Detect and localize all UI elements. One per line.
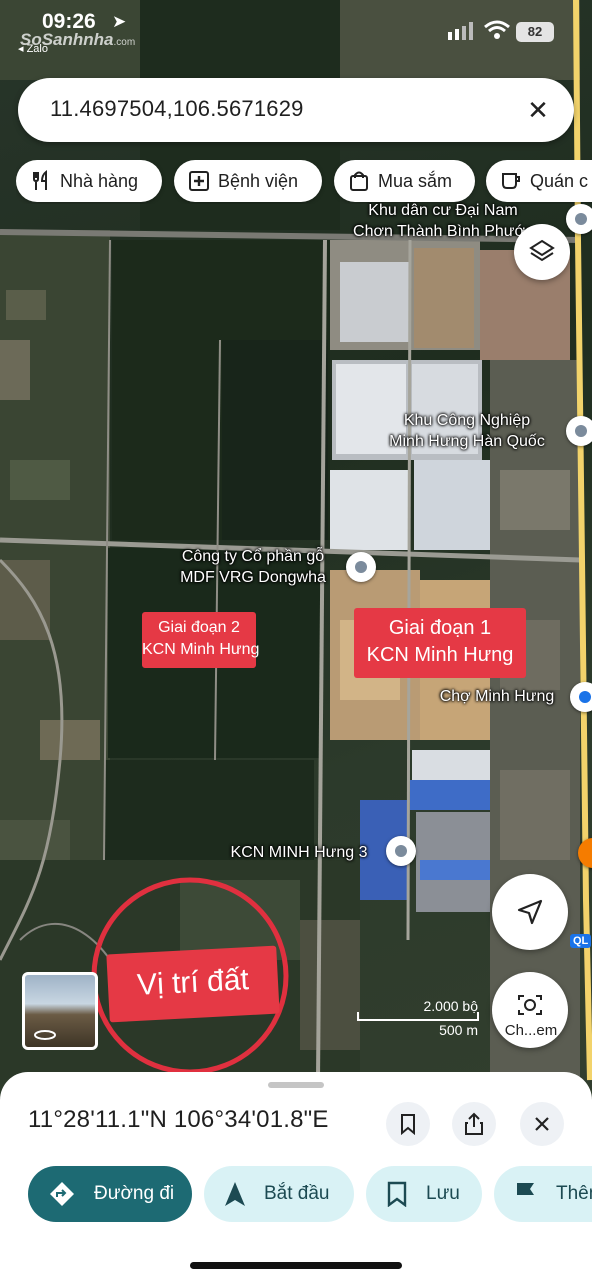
place-pin-khu-dan-cu[interactable] — [566, 204, 592, 234]
more-label: Thêm — [556, 1183, 592, 1204]
place-label-kcn-3[interactable]: KCN MINH Hưng 3 — [216, 842, 382, 863]
wifi-icon — [484, 20, 510, 39]
my-location-button[interactable] — [492, 874, 568, 950]
category-chips: Nhà hàng Bệnh viện Mua sắm Quán c — [16, 160, 592, 204]
hospital-icon — [189, 171, 209, 191]
chip-restaurant-label: Nhà hàng — [60, 170, 139, 191]
watermark-brand: SoSanhnha — [20, 30, 114, 49]
place-pin-kcn-3[interactable] — [386, 836, 416, 866]
sheet-drag-handle[interactable] — [268, 1082, 324, 1088]
navigation-icon — [517, 899, 543, 925]
location-arrow-icon: ➤ — [112, 12, 127, 31]
layers-button[interactable] — [514, 224, 570, 280]
battery-indicator: 82 — [516, 22, 554, 42]
camera-search-icon — [518, 995, 542, 1015]
street-view-thumbnail[interactable] — [22, 972, 98, 1050]
chip-coffee-label: Quán c — [530, 170, 589, 191]
shopping-bag-icon — [350, 171, 368, 191]
navigation-arrow-icon — [225, 1182, 245, 1206]
close-icon[interactable]: ✕ — [520, 92, 556, 128]
restaurant-icon — [33, 170, 47, 190]
chip-hospital-label: Bệnh viện — [218, 170, 299, 191]
place-sheet[interactable]: 11°28'11.1"N 106°34'01.8"E Đường đi Bắt … — [0, 1072, 592, 1280]
start-label: Bắt đầu — [264, 1183, 330, 1204]
route-badge: QL — [570, 934, 592, 948]
chip-coffee[interactable]: Quán c — [486, 160, 592, 202]
annotation-phase-1: Giai đoạn 1 KCN Minh Hưng — [354, 608, 526, 678]
bookmark-icon — [387, 1181, 407, 1207]
flag-icon — [517, 1183, 534, 1206]
place-pin-mdf[interactable] — [346, 552, 376, 582]
annotation-phase-2: Giai đoạn 2 KCN Minh Hưng — [142, 612, 259, 668]
save-label: Lưu — [426, 1183, 460, 1204]
directions-icon — [50, 1182, 74, 1206]
place-label-kcn-han-quoc[interactable]: Khu Công Nghiệp Minh Hưng Hàn Quốc — [372, 410, 562, 452]
scale-metric: 500 m — [439, 1022, 478, 1038]
save-icon-button[interactable] — [386, 1102, 430, 1146]
directions-label: Đường đi — [94, 1183, 175, 1204]
save-button[interactable]: Lưu — [366, 1166, 482, 1222]
start-button[interactable]: Bắt đầu — [204, 1166, 354, 1222]
place-coordinates: 11°28'11.1"N 106°34'01.8"E — [28, 1106, 329, 1133]
watermark: SoSanhnha.com — [20, 30, 135, 50]
chip-hospital[interactable]: Bệnh viện — [174, 160, 322, 202]
chip-shopping-label: Mua sắm — [378, 170, 453, 191]
place-pin-kcn-han-quoc[interactable] — [566, 416, 592, 446]
chip-restaurant[interactable]: Nhà hàng — [16, 160, 162, 202]
search-bar[interactable]: 11.4697504,106.5671629 ✕ — [18, 78, 574, 142]
cellular-signal-icon — [448, 22, 473, 40]
search-query[interactable]: 11.4697504,106.5671629 — [50, 96, 304, 122]
map-scale: 2.000 bộ 500 m — [356, 998, 480, 1040]
more-button[interactable]: Thêm — [494, 1166, 592, 1222]
close-sheet-button[interactable] — [520, 1102, 564, 1146]
chip-shopping[interactable]: Mua sắm — [334, 160, 475, 202]
share-button[interactable] — [452, 1102, 496, 1146]
rotate-360-icon — [34, 1030, 56, 1040]
place-label-mdf[interactable]: Công ty Cổ phần gỗ MDF VRG Dongwha — [160, 546, 346, 588]
home-indicator[interactable] — [190, 1262, 402, 1269]
close-icon — [535, 1117, 549, 1131]
place-label-cho-minh-hung[interactable]: Chợ Minh Hưng — [428, 686, 566, 707]
coffee-icon — [502, 173, 520, 189]
annotation-site: Vị trí đất — [106, 945, 280, 1023]
bookmark-icon — [401, 1114, 415, 1135]
layers-icon — [529, 239, 555, 262]
lens-label: Ch...em — [504, 1022, 558, 1039]
share-icon — [465, 1112, 483, 1135]
directions-button[interactable]: Đường đi — [28, 1166, 192, 1222]
watermark-suffix: .com — [113, 37, 136, 48]
place-label-khu-dan-cu[interactable]: Khu dân cư Đại Nam Chơn Thành Bình Phước — [350, 200, 536, 242]
place-pin-cho-minh-hung[interactable] — [570, 682, 592, 712]
